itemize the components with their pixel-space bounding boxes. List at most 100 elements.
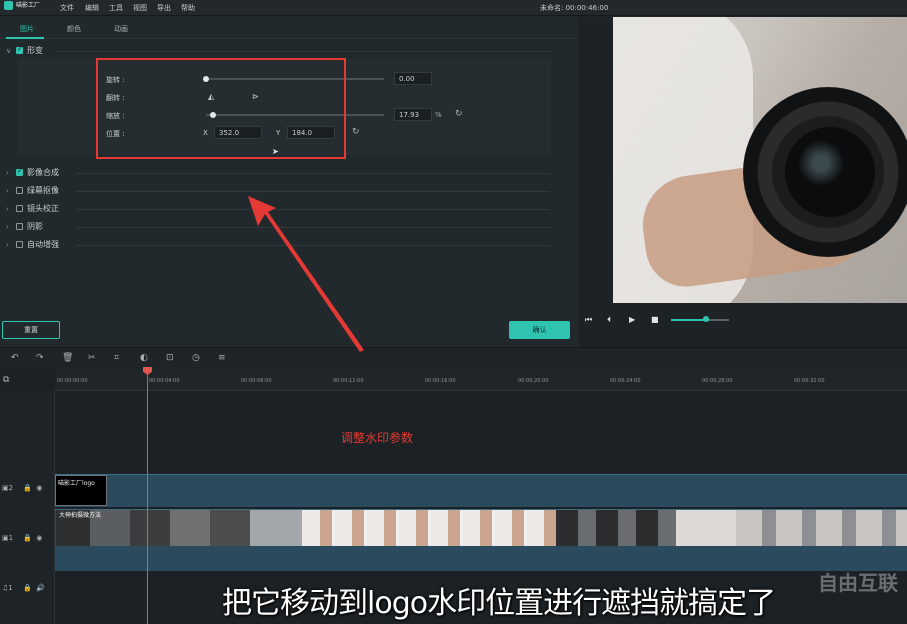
skip-back-icon[interactable]: ⏮: [585, 315, 592, 325]
edit-tabs: 图片 颜色 动画: [0, 17, 578, 39]
project-title: 未命名: 00:00:46:00: [540, 4, 609, 12]
lock-icon[interactable]: 🔒: [23, 534, 32, 542]
track-lane-2[interactable]: [55, 474, 907, 507]
color-icon[interactable]: ◐: [140, 353, 148, 363]
adjust-icon[interactable]: ≡: [218, 353, 226, 363]
track-number: 1: [8, 584, 13, 592]
divider: [76, 245, 550, 246]
reset-button[interactable]: 重置: [2, 321, 60, 339]
speaker-icon[interactable]: 🔊: [36, 584, 45, 592]
undo-icon[interactable]: ↶: [11, 353, 19, 363]
video-track-icon: ▣: [2, 534, 9, 542]
volume-slider-handle[interactable]: [703, 316, 709, 322]
section-transform[interactable]: ∨ 形变: [6, 45, 550, 57]
chevron-right-icon[interactable]: ›: [6, 223, 16, 231]
volume-slider-track[interactable]: [709, 319, 729, 321]
compositing-checkbox[interactable]: [16, 167, 23, 176]
menubar: 喵影工厂 文件 编辑 工具 视图 导出 帮助 未命名: 00:00:46:00: [0, 0, 907, 16]
scale-reset-icon[interactable]: ↻: [455, 110, 463, 119]
thumbnail: [170, 510, 210, 546]
menu-export[interactable]: 导出: [157, 3, 171, 13]
video-clip-thumbnails[interactable]: [56, 510, 907, 546]
logo-icon: [4, 1, 13, 10]
section-auto-enhance[interactable]: › 自动增强: [6, 239, 550, 251]
eye-icon[interactable]: ◉: [36, 484, 42, 492]
thumbnail: [676, 510, 736, 546]
track-number: 2: [8, 484, 14, 492]
playback-controls: ⏮ ⏴ ▶ ■: [579, 303, 907, 347]
ruler-tick-label: 00:00:20:00: [518, 378, 549, 384]
play-icon[interactable]: ▶: [629, 315, 635, 324]
watermark-text: 自由互联: [818, 571, 898, 595]
redo-icon[interactable]: ↷: [36, 353, 44, 363]
divider: [76, 209, 550, 210]
tab-image[interactable]: 图片: [20, 24, 34, 34]
app-logo-text: 喵影工厂: [16, 2, 41, 9]
ruler-tick-label: 00:00:24:00: [610, 378, 641, 384]
menu-file[interactable]: 文件: [60, 3, 74, 13]
chevron-right-icon[interactable]: ›: [6, 187, 16, 195]
track-number: 1: [8, 534, 14, 542]
tab-animation[interactable]: 动画: [114, 24, 128, 34]
preview-video-frame: [613, 17, 907, 303]
crop-icon[interactable]: ⌗: [114, 353, 119, 363]
time-ruler[interactable]: 00:00:00:00 00:00:04:00 00:00:08:00 00:0…: [55, 369, 907, 391]
section-label: 影像合成: [27, 168, 59, 177]
menu-edit[interactable]: 编辑: [85, 3, 99, 13]
thumbnail: [736, 510, 907, 546]
lens-correction-checkbox[interactable]: [16, 205, 23, 212]
tab-color[interactable]: 颜色: [67, 24, 81, 34]
section-chroma-key[interactable]: › 绿幕抠像: [6, 185, 550, 197]
shadow-checkbox[interactable]: [16, 223, 23, 230]
delete-icon[interactable]: 🗑: [62, 353, 73, 363]
thumbnail: [210, 510, 250, 546]
auto-enhance-checkbox[interactable]: [16, 241, 23, 248]
logo-clip[interactable]: 喵影工厂logo: [55, 475, 107, 506]
ruler-tick-label: 00:00:08:00: [241, 378, 272, 384]
cut-icon[interactable]: ✂: [88, 353, 96, 363]
annotation-highlight-box: [96, 58, 346, 159]
menu-help[interactable]: 帮助: [181, 3, 195, 13]
ruler-tick-label: 00:00:16:00: [425, 378, 456, 384]
position-reset-icon[interactable]: ↻: [352, 128, 360, 137]
step-back-icon[interactable]: ⏴: [607, 315, 611, 325]
ok-button[interactable]: 确认: [509, 321, 570, 339]
playhead-line[interactable]: [147, 369, 148, 624]
chevron-down-icon[interactable]: ∨: [6, 47, 16, 55]
stop-icon[interactable]: ■: [651, 315, 659, 324]
menu-tools[interactable]: 工具: [109, 3, 123, 13]
rotate-input[interactable]: 0.00: [394, 72, 432, 85]
video-subtitle: 把它移动到logo水印位置进行遮挡就搞定了: [222, 586, 776, 621]
scale-input[interactable]: 17.93: [394, 108, 432, 121]
section-shadow[interactable]: › 阴影: [6, 221, 550, 233]
ruler-tick-label: 00:00:04:00: [149, 378, 180, 384]
ruler-tick-label: 00:00:32:00: [794, 378, 825, 384]
video-track-icon: ▣: [2, 484, 9, 492]
ruler-tick-label: 00:00:28:00: [702, 378, 733, 384]
thumbnail: [130, 510, 170, 546]
section-compositing[interactable]: › 影像合成: [6, 167, 550, 179]
section-lens-correction[interactable]: › 镜头校正: [6, 203, 550, 215]
ruler-tick-label: 00:00:12:00: [333, 378, 364, 384]
speed-icon[interactable]: ◷: [192, 353, 200, 363]
menu-view[interactable]: 视图: [133, 3, 147, 13]
scale-unit: %: [435, 111, 442, 119]
lock-icon[interactable]: 🔒: [23, 584, 32, 592]
section-label: 镜头校正: [27, 204, 59, 213]
green-screen-icon[interactable]: ⊡: [166, 353, 174, 363]
section-label: 绿幕抠像: [27, 186, 59, 195]
chevron-right-icon[interactable]: ›: [6, 241, 16, 249]
app-logo: 喵影工厂: [4, 1, 40, 10]
chevron-right-icon[interactable]: ›: [6, 205, 16, 213]
chroma-key-checkbox[interactable]: [16, 187, 23, 194]
eye-icon[interactable]: ◉: [36, 534, 42, 542]
ruler-tick-label: 00:00:00:00: [57, 378, 88, 384]
lock-icon[interactable]: 🔒: [23, 484, 32, 492]
app-window: 喵影工厂 文件 编辑 工具 视图 导出 帮助 未命名: 00:00:46:00 …: [0, 0, 907, 624]
transform-checkbox[interactable]: [16, 45, 23, 54]
section-label: 形变: [27, 46, 43, 55]
thumbnail: [302, 510, 556, 546]
section-label: 阴影: [27, 222, 43, 231]
add-track-icon[interactable]: ⧉: [3, 375, 9, 385]
chevron-right-icon[interactable]: ›: [6, 169, 16, 177]
